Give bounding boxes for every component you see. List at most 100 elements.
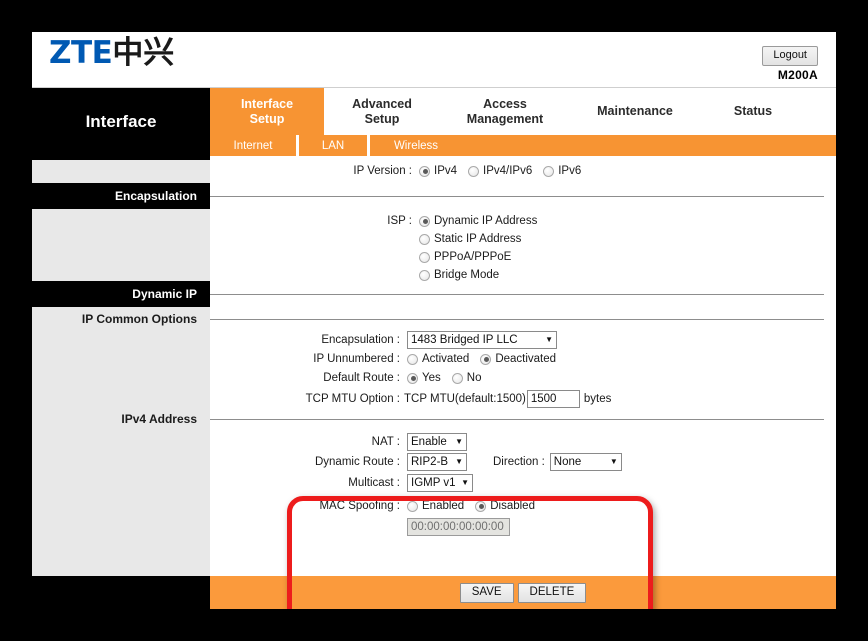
isp-radio-bridge-mode[interactable] bbox=[419, 269, 430, 281]
isp-radio-static-ip[interactable] bbox=[419, 233, 430, 245]
tcp-mtu-label: TCP MTU Option : bbox=[305, 393, 400, 405]
tab-advanced-setup[interactable]: Advanced Setup bbox=[324, 88, 440, 135]
section-ip-common-options: IP Common Options bbox=[81, 312, 197, 326]
ip-version-option-ipv4-ipv6: IPv4/IPv6 bbox=[483, 165, 533, 177]
tab-status[interactable]: Status bbox=[700, 88, 806, 135]
top-divider bbox=[32, 156, 210, 160]
encapsulation-value: 1483 Bridged IP LLC bbox=[411, 334, 518, 346]
main-tab-bar: Interface Setup Advanced Setup Access Ma… bbox=[210, 88, 836, 135]
ip-version-radio-ipv6[interactable] bbox=[543, 165, 555, 177]
subtab-wireless[interactable]: Wireless bbox=[370, 135, 462, 156]
multicast-label: Multicast : bbox=[348, 477, 400, 489]
subtab-internet[interactable]: Internet bbox=[210, 135, 296, 156]
section-dynamic-ip: Dynamic IP bbox=[32, 281, 210, 307]
isp-label: ISP : bbox=[387, 215, 412, 227]
ip-unnumbered-radio-activated[interactable] bbox=[407, 353, 418, 365]
mac-address-input[interactable]: 00:00:00:00:00:00 bbox=[407, 518, 510, 536]
ip-version-radio-ipv4[interactable] bbox=[419, 165, 430, 177]
direction-select[interactable]: None ▼ bbox=[549, 453, 622, 471]
dynamic-route-label: Dynamic Route : bbox=[314, 456, 400, 468]
chevron-down-icon: ▼ bbox=[609, 457, 618, 466]
isp-option-dynamic-ip: Dynamic IP Address bbox=[434, 215, 538, 227]
zte-logo: ZTE中兴 bbox=[49, 34, 174, 72]
chevron-down-icon: ▼ bbox=[455, 437, 463, 446]
field-dynamic-route: Dynamic Route : RIP2-B ▼ Direction : Non… bbox=[210, 453, 622, 471]
page-footer: SAVE DELETE bbox=[32, 576, 836, 609]
ip-unnumbered-label: IP Unnumbered : bbox=[313, 353, 400, 365]
mac-spoofing-option-enabled: Enabled bbox=[422, 500, 465, 512]
mac-spoofing-radio-disabled[interactable] bbox=[475, 500, 487, 512]
mac-spoofing-radio-enabled[interactable] bbox=[407, 500, 418, 512]
section-encapsulation: Encapsulation bbox=[32, 183, 210, 209]
save-button[interactable]: SAVE bbox=[459, 582, 514, 603]
default-route-label: Default Route : bbox=[323, 372, 400, 384]
chevron-down-icon: ▼ bbox=[461, 478, 469, 487]
tab-access-management-line1: Access bbox=[483, 96, 527, 111]
field-ip-version: IP Version : IPv4 IPv4/IPv6 IPv6 bbox=[210, 165, 630, 177]
ip-version-radio-ipv4-ipv6[interactable] bbox=[468, 165, 480, 177]
mac-spoofing-option-disabled: Disabled bbox=[490, 500, 535, 512]
isp-radio-dynamic-ip[interactable] bbox=[419, 215, 430, 227]
isp-radio-pppoa-pppoe[interactable] bbox=[419, 251, 430, 263]
settings-body: Encapsulation Dynamic IP IP Common Optio… bbox=[32, 156, 836, 609]
logo-cjk-text: 中兴 bbox=[112, 35, 175, 71]
logout-button[interactable]: Logout bbox=[762, 46, 818, 66]
isp-option-pppoa-pppoe: PPPoA/PPPoE bbox=[434, 251, 512, 263]
subtab-lan[interactable]: LAN bbox=[299, 135, 367, 156]
ip-version-label: IP Version : bbox=[353, 165, 412, 177]
multicast-select[interactable]: IGMP v1 ▼ bbox=[407, 474, 473, 492]
field-encapsulation: Encapsulation : 1483 Bridged IP LLC ▼ bbox=[210, 331, 557, 349]
field-nat: NAT : Enable ▼ bbox=[210, 433, 467, 451]
chevron-down-icon: ▼ bbox=[545, 335, 553, 344]
footer-left-panel bbox=[32, 576, 210, 609]
isp-option-static-ip: Static IP Address bbox=[434, 233, 522, 245]
nat-select[interactable]: Enable ▼ bbox=[407, 433, 467, 451]
form-area: IP Version : IPv4 IPv4/IPv6 IPv6 ISP : D… bbox=[210, 156, 836, 576]
tab-interface-setup[interactable]: Interface Setup bbox=[210, 88, 324, 135]
delete-button[interactable]: DELETE bbox=[517, 582, 587, 603]
router-admin-window: ZTE中兴 Logout M200A Interface Interface S… bbox=[32, 32, 836, 609]
footer-action-bar: SAVE DELETE bbox=[210, 576, 836, 609]
section-label-column: Encapsulation Dynamic IP IP Common Optio… bbox=[32, 156, 210, 576]
tab-interface-setup-line2: Setup bbox=[249, 111, 285, 126]
ip-version-option-ipv4: IPv4 bbox=[434, 165, 458, 177]
tab-access-management-line2: Management bbox=[466, 111, 544, 126]
default-route-radio-yes[interactable] bbox=[407, 372, 418, 384]
nat-value: Enable bbox=[411, 436, 447, 448]
tab-maintenance[interactable]: Maintenance bbox=[570, 88, 700, 135]
field-mac-address: 00:00:00:00:00:00 bbox=[407, 518, 510, 536]
direction-label: Direction : bbox=[493, 456, 545, 468]
sub-tab-bar: Internet LAN Wireless bbox=[210, 135, 836, 156]
tab-advanced-setup-line2: Setup bbox=[364, 111, 400, 126]
section-ipv4-address: IPv4 Address bbox=[121, 412, 197, 426]
field-isp: ISP : Dynamic IP Address bbox=[210, 215, 548, 227]
isp-option-bridge-mode: Bridge Mode bbox=[434, 269, 500, 281]
direction-value: None bbox=[553, 456, 582, 468]
page-header: ZTE中兴 Logout M200A bbox=[32, 32, 836, 88]
tcp-mtu-input[interactable]: 1500 bbox=[526, 390, 580, 408]
encapsulation-select[interactable]: 1483 Bridged IP LLC ▼ bbox=[407, 331, 557, 349]
chevron-down-icon: ▼ bbox=[455, 457, 463, 466]
logo-latin-text: ZTE bbox=[49, 35, 113, 71]
dynamic-route-select[interactable]: RIP2-B ▼ bbox=[407, 453, 467, 471]
dynamic-route-value: RIP2-B bbox=[411, 456, 449, 468]
field-mac-spoofing: MAC Spoofing : Enabled Disabled bbox=[210, 500, 546, 512]
tab-access-management[interactable]: Access Management bbox=[440, 88, 570, 135]
encapsulation-label: Encapsulation : bbox=[321, 334, 400, 346]
ip-unnumbered-option-activated: Activated bbox=[422, 353, 470, 365]
default-route-radio-no[interactable] bbox=[451, 372, 463, 384]
ip-unnumbered-radio-deactivated[interactable] bbox=[480, 353, 492, 365]
field-isp-bridge: Bridge Mode bbox=[419, 269, 510, 281]
tcp-mtu-prefix: TCP MTU(default:1500) bbox=[404, 393, 526, 405]
ip-unnumbered-option-deactivated: Deactivated bbox=[495, 353, 557, 365]
field-multicast: Multicast : IGMP v1 ▼ bbox=[210, 474, 473, 492]
field-isp-pppoa: PPPoA/PPPoE bbox=[419, 251, 522, 263]
page-title: Interface bbox=[32, 88, 210, 156]
navigation-area: Interface Interface Setup Advanced Setup… bbox=[32, 88, 836, 156]
model-label: M200A bbox=[777, 68, 818, 82]
field-tcp-mtu: TCP MTU Option : TCP MTU(default:1500) 1… bbox=[210, 390, 611, 408]
field-default-route: Default Route : Yes No bbox=[210, 372, 492, 384]
mac-spoofing-label: MAC Spoofing : bbox=[319, 500, 400, 512]
field-isp-static: Static IP Address bbox=[419, 233, 532, 245]
ip-version-option-ipv6: IPv6 bbox=[558, 165, 582, 177]
